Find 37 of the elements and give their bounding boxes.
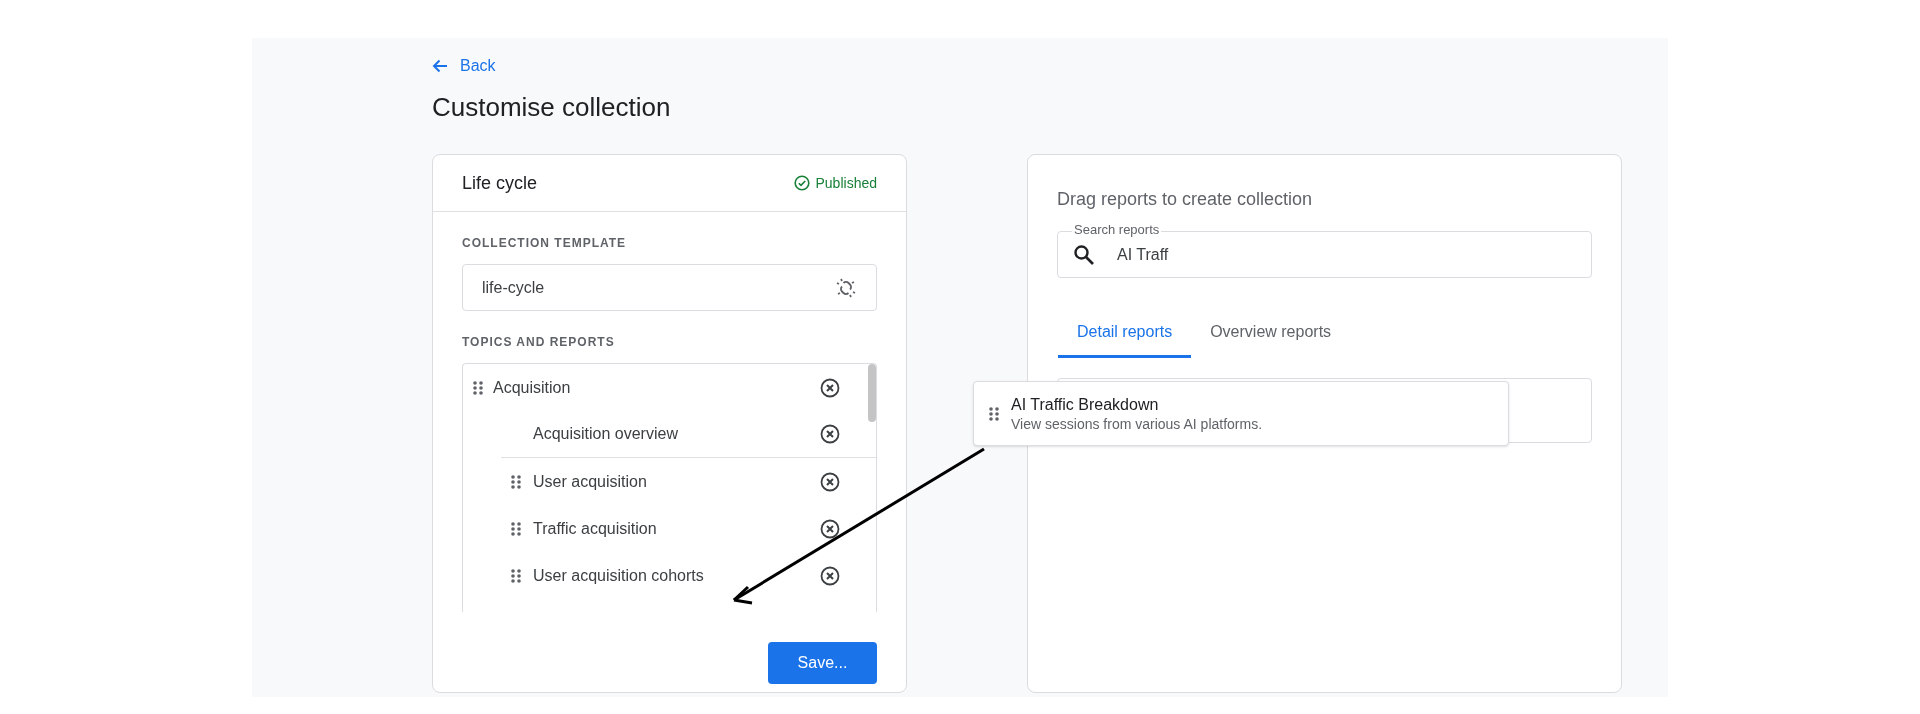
tab[interactable]: Overview reports xyxy=(1191,308,1351,358)
section-label: TOPICS AND REPORTS xyxy=(462,334,616,351)
report-description: View sessions from various AI platforms. xyxy=(1011,414,1263,433)
back-link[interactable]: Back xyxy=(432,54,496,78)
dragged-report-card[interactable]: AI Traffic Breakdown View sessions from various AI platforms. xyxy=(973,381,1509,446)
broken-link-icon[interactable] xyxy=(835,276,857,299)
scrollbar-thumb[interactable] xyxy=(868,364,876,422)
search-field-label: Search reports xyxy=(1072,222,1162,238)
remove-icon[interactable] xyxy=(820,518,840,539)
drag-handle-icon[interactable] xyxy=(511,521,521,536)
report-label: User acquisition cohorts xyxy=(533,565,704,586)
check-circle-icon xyxy=(793,175,810,191)
report-label: User acquisition xyxy=(533,471,647,492)
topic-label: Acquisition xyxy=(493,377,571,398)
search-icon xyxy=(1073,243,1095,266)
remove-icon[interactable] xyxy=(820,377,840,398)
search-value: AI Traff xyxy=(1117,244,1169,265)
status-label: Published xyxy=(815,173,877,193)
remove-icon[interactable] xyxy=(820,424,840,444)
template-value: life-cycle xyxy=(482,277,545,298)
page-title: Customise collection xyxy=(432,91,672,124)
drag-handle-icon[interactable] xyxy=(989,406,999,421)
report-label: Traffic acquisition xyxy=(533,518,657,539)
collection-name: Life cycle xyxy=(462,171,538,195)
report-title: AI Traffic Breakdown xyxy=(1011,394,1160,415)
save-button[interactable]: Save... xyxy=(768,642,877,684)
panel-title: Drag reports to create collection xyxy=(1057,188,1314,211)
back-arrow-icon xyxy=(432,59,448,73)
drag-handle-icon[interactable] xyxy=(511,568,521,583)
tab[interactable]: Detail reports xyxy=(1058,308,1192,358)
remove-icon[interactable] xyxy=(820,565,840,586)
template-field[interactable]: life-cycle xyxy=(462,264,877,311)
report-label: Acquisition overview xyxy=(533,424,678,444)
section-label: COLLECTION TEMPLATE xyxy=(462,235,628,252)
drag-handle-icon[interactable] xyxy=(473,380,483,395)
remove-icon[interactable] xyxy=(820,471,840,492)
drag-handle-icon[interactable] xyxy=(511,474,521,489)
